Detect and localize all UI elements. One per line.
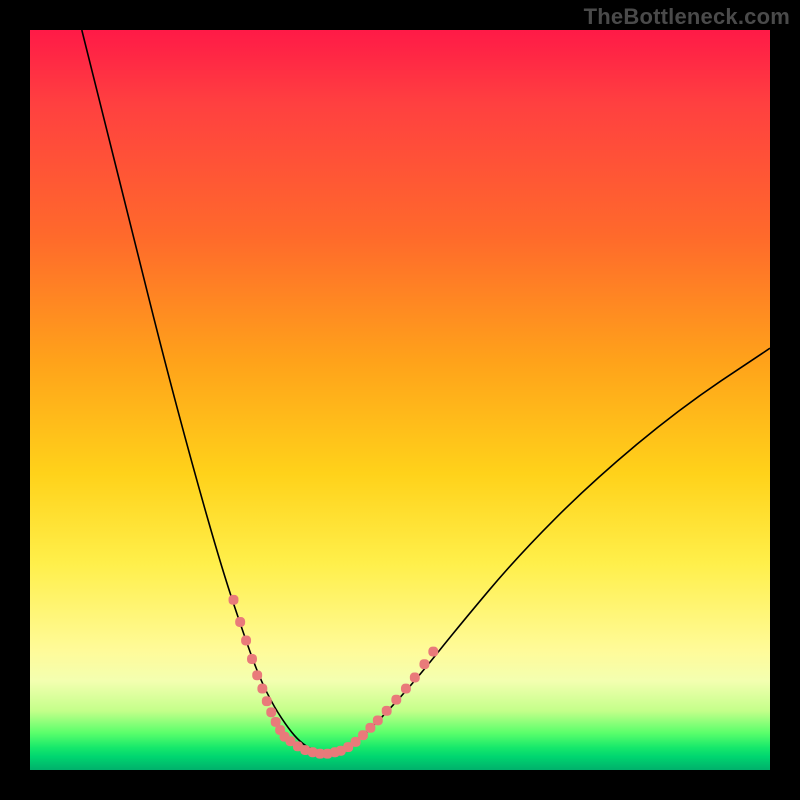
highlight-dot bbox=[428, 647, 438, 657]
highlight-dot bbox=[365, 723, 375, 733]
chart-frame: TheBottleneck.com bbox=[0, 0, 800, 800]
plot-area bbox=[30, 30, 770, 770]
chart-svg bbox=[30, 30, 770, 770]
highlight-dot bbox=[382, 706, 392, 716]
highlight-dot bbox=[229, 595, 239, 605]
highlight-dot bbox=[419, 659, 429, 669]
highlight-dot bbox=[257, 684, 267, 694]
highlight-dots-layer bbox=[229, 595, 439, 759]
highlight-dot bbox=[235, 617, 245, 627]
highlight-dot bbox=[241, 636, 251, 646]
highlight-dot bbox=[262, 696, 272, 706]
curve-line bbox=[82, 30, 770, 753]
bottleneck-curve-path bbox=[82, 30, 770, 753]
highlight-dot bbox=[391, 695, 401, 705]
highlight-dot bbox=[401, 684, 411, 694]
highlight-dot bbox=[373, 715, 383, 725]
highlight-dot bbox=[410, 673, 420, 683]
watermark-label: TheBottleneck.com bbox=[584, 4, 790, 30]
highlight-dot bbox=[247, 654, 257, 664]
highlight-dot bbox=[330, 747, 340, 757]
highlight-dot bbox=[358, 730, 368, 740]
highlight-dot bbox=[252, 670, 262, 680]
highlight-dot bbox=[266, 707, 276, 717]
